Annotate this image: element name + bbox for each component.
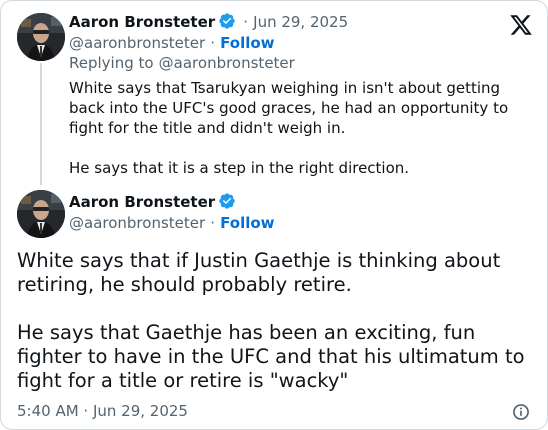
avatar-image xyxy=(17,190,65,238)
reply-handle-row: @aaronbronsteter · Follow xyxy=(69,33,275,53)
separator-dot: · xyxy=(243,13,249,31)
main-handle-row: @aaronbronsteter · Follow xyxy=(69,213,275,233)
thread-connector-line xyxy=(40,63,42,185)
separator-dot: · xyxy=(210,214,216,232)
author-name[interactable]: Aaron Bronsteter xyxy=(69,13,215,31)
follow-button[interactable]: Follow xyxy=(220,214,274,232)
main-tweet-header: Aaron Bronsteter xyxy=(69,192,236,215)
verified-badge-icon[interactable] xyxy=(218,192,236,215)
author-avatar[interactable] xyxy=(17,190,65,238)
verified-badge-icon[interactable] xyxy=(218,12,236,35)
tweet-paragraph: White says that if Justin Gaethje is thi… xyxy=(17,249,501,296)
main-tweet-text: White says that if Justin Gaethje is thi… xyxy=(17,249,537,393)
separator-dot: · xyxy=(210,34,216,52)
author-handle[interactable]: @aaronbronsteter xyxy=(69,214,205,232)
author-handle[interactable]: @aaronbronsteter xyxy=(69,34,205,52)
avatar-image xyxy=(17,13,65,61)
tweet-paragraph: He says that it is a step in the right d… xyxy=(69,159,410,177)
tweet-paragraph: White says that Tsarukyan weighing in is… xyxy=(69,79,509,137)
follow-button[interactable]: Follow xyxy=(220,34,274,52)
tweet-timestamp[interactable]: 5:40 AM · Jun 29, 2025 xyxy=(17,401,188,421)
embedded-tweet-card: Aaron Bronsteter · Jun 29, 2025 @aaronbr… xyxy=(0,0,548,430)
replying-to-handle[interactable]: @aaronbronsteter xyxy=(159,54,295,72)
x-logo-icon[interactable] xyxy=(509,13,533,37)
tweet-date[interactable]: Jun 29, 2025 xyxy=(253,13,348,31)
reply-tweet-header: Aaron Bronsteter · Jun 29, 2025 xyxy=(69,12,348,35)
tweet-paragraph: He says that Gaethje has been an excitin… xyxy=(17,321,525,392)
author-avatar[interactable] xyxy=(17,13,65,61)
info-icon[interactable] xyxy=(511,402,531,422)
reply-tweet-text: White says that Tsarukyan weighing in is… xyxy=(69,78,529,178)
replying-to-label: Replying to xyxy=(69,54,154,72)
author-name[interactable]: Aaron Bronsteter xyxy=(69,193,215,211)
replying-to-row: Replying to @aaronbronsteter xyxy=(69,53,295,73)
